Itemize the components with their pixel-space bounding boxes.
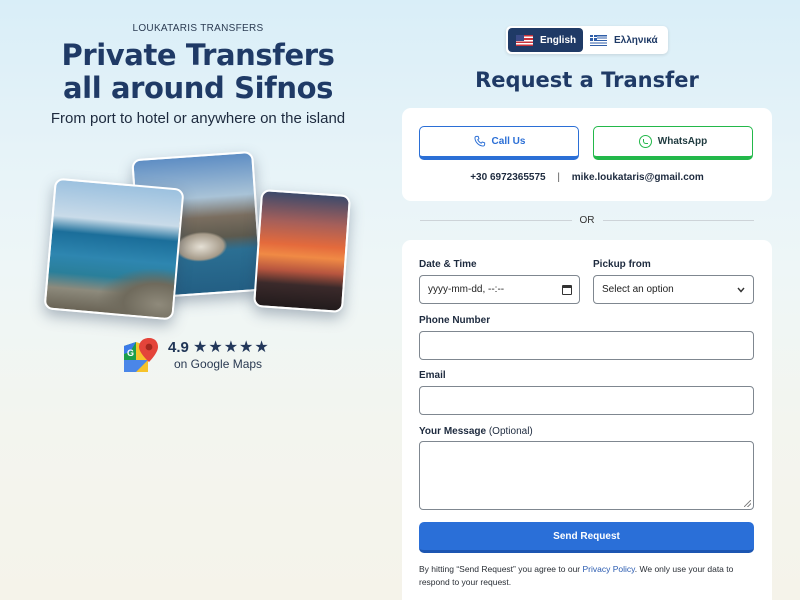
message-textarea[interactable] bbox=[419, 441, 754, 510]
contact-email[interactable]: mike.loukataris@gmail.com bbox=[572, 172, 704, 183]
rating-stars: ★★★★★ bbox=[193, 339, 270, 356]
whatsapp-label: WhatsApp bbox=[657, 136, 708, 147]
pickup-value: Select an option bbox=[602, 284, 674, 295]
call-us-label: Call Us bbox=[491, 136, 526, 147]
privacy-policy-link[interactable]: Privacy Policy bbox=[582, 564, 634, 574]
hero-headline: Private Transfers all around Sifnos bbox=[0, 39, 396, 105]
brand-name: LOUKATARIS TRANSFERS bbox=[132, 23, 264, 34]
google-maps-icon: G bbox=[124, 338, 158, 372]
policy-text-before: By hitting “Send Request” you agree to o… bbox=[419, 564, 583, 574]
whatsapp-icon bbox=[638, 135, 652, 148]
or-text: OR bbox=[579, 214, 595, 226]
phone-icon bbox=[474, 135, 485, 147]
chevron-down-icon bbox=[737, 287, 745, 293]
rating-label: on Google Maps bbox=[174, 357, 263, 371]
request-form: Date & Time yyyy-mm-dd, --:-- Pickup fro… bbox=[402, 240, 772, 600]
rating-score: 4.9 bbox=[168, 339, 189, 356]
contact-card: Call Us WhatsApp +30 6972365575 | mike.l… bbox=[402, 108, 772, 201]
message-optional-text: (Optional) bbox=[488, 426, 533, 437]
datetime-label: Date & Time bbox=[419, 259, 477, 270]
contact-phone[interactable]: +30 6972365575 bbox=[470, 172, 545, 183]
language-english-label: English bbox=[540, 34, 577, 46]
pickup-select[interactable]: Select an option bbox=[593, 275, 754, 304]
headline-line-2: all around Sifnos bbox=[63, 71, 333, 105]
language-toggle: English Ελληνικά bbox=[506, 26, 668, 54]
svg-text:G: G bbox=[127, 348, 134, 358]
phone-input[interactable] bbox=[419, 331, 754, 360]
headline-line-1: Private Transfers bbox=[61, 38, 335, 72]
us-flag-icon bbox=[516, 34, 533, 46]
language-greek-label: Ελληνικά bbox=[614, 34, 658, 46]
language-english-button[interactable]: English bbox=[508, 28, 583, 52]
resize-handle-icon[interactable] bbox=[744, 500, 751, 507]
calendar-icon[interactable] bbox=[562, 285, 572, 295]
send-request-button[interactable]: Send Request bbox=[419, 522, 754, 553]
photo-sunset bbox=[252, 189, 352, 313]
email-input[interactable] bbox=[419, 386, 754, 415]
message-label: Your Message (Optional) bbox=[419, 426, 533, 437]
contact-details: +30 6972365575 | mike.loukataris@gmail.c… bbox=[402, 172, 772, 183]
datetime-input[interactable]: yyyy-mm-dd, --:-- bbox=[419, 275, 580, 304]
request-title: Request a Transfer bbox=[475, 68, 699, 92]
privacy-notice: By hitting “Send Request” you agree to o… bbox=[419, 563, 759, 588]
photo-sea-rocks bbox=[43, 177, 185, 321]
pickup-label: Pickup from bbox=[593, 259, 651, 270]
contact-separator: | bbox=[557, 172, 560, 183]
greek-flag-icon bbox=[590, 34, 607, 46]
phone-label: Phone Number bbox=[419, 315, 491, 326]
divider-line-left bbox=[420, 219, 572, 221]
datetime-value: yyyy-mm-dd, --:-- bbox=[428, 284, 505, 295]
call-us-button[interactable]: Call Us bbox=[419, 126, 579, 160]
email-label: Email bbox=[419, 370, 446, 381]
or-divider: OR bbox=[420, 214, 754, 226]
divider-line-right bbox=[602, 219, 754, 221]
whatsapp-button[interactable]: WhatsApp bbox=[593, 126, 753, 160]
message-label-text: Your Message bbox=[419, 426, 487, 437]
language-greek-button[interactable]: Ελληνικά bbox=[586, 28, 666, 52]
hero-subline: From port to hotel or anywhere on the is… bbox=[50, 110, 346, 127]
